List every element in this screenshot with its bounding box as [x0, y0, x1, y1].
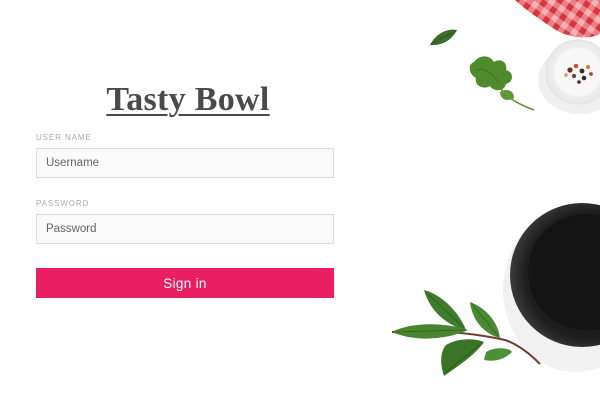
- login-page: Tasty Bowl USER NAME PASSWORD Sign in: [0, 0, 600, 400]
- username-input[interactable]: [36, 148, 334, 178]
- parsley-sprig: [469, 56, 535, 111]
- sign-in-button[interactable]: Sign in: [36, 268, 334, 298]
- password-input[interactable]: [36, 214, 334, 244]
- username-label: USER NAME: [36, 133, 92, 142]
- spice-bowl: [538, 39, 600, 114]
- checkered-tablecloth: [515, 0, 600, 38]
- password-label: PASSWORD: [36, 199, 90, 208]
- login-form: Tasty Bowl USER NAME PASSWORD Sign in: [36, 78, 334, 298]
- brand-title: Tasty Bowl: [106, 81, 270, 118]
- single-leaf: [430, 29, 457, 46]
